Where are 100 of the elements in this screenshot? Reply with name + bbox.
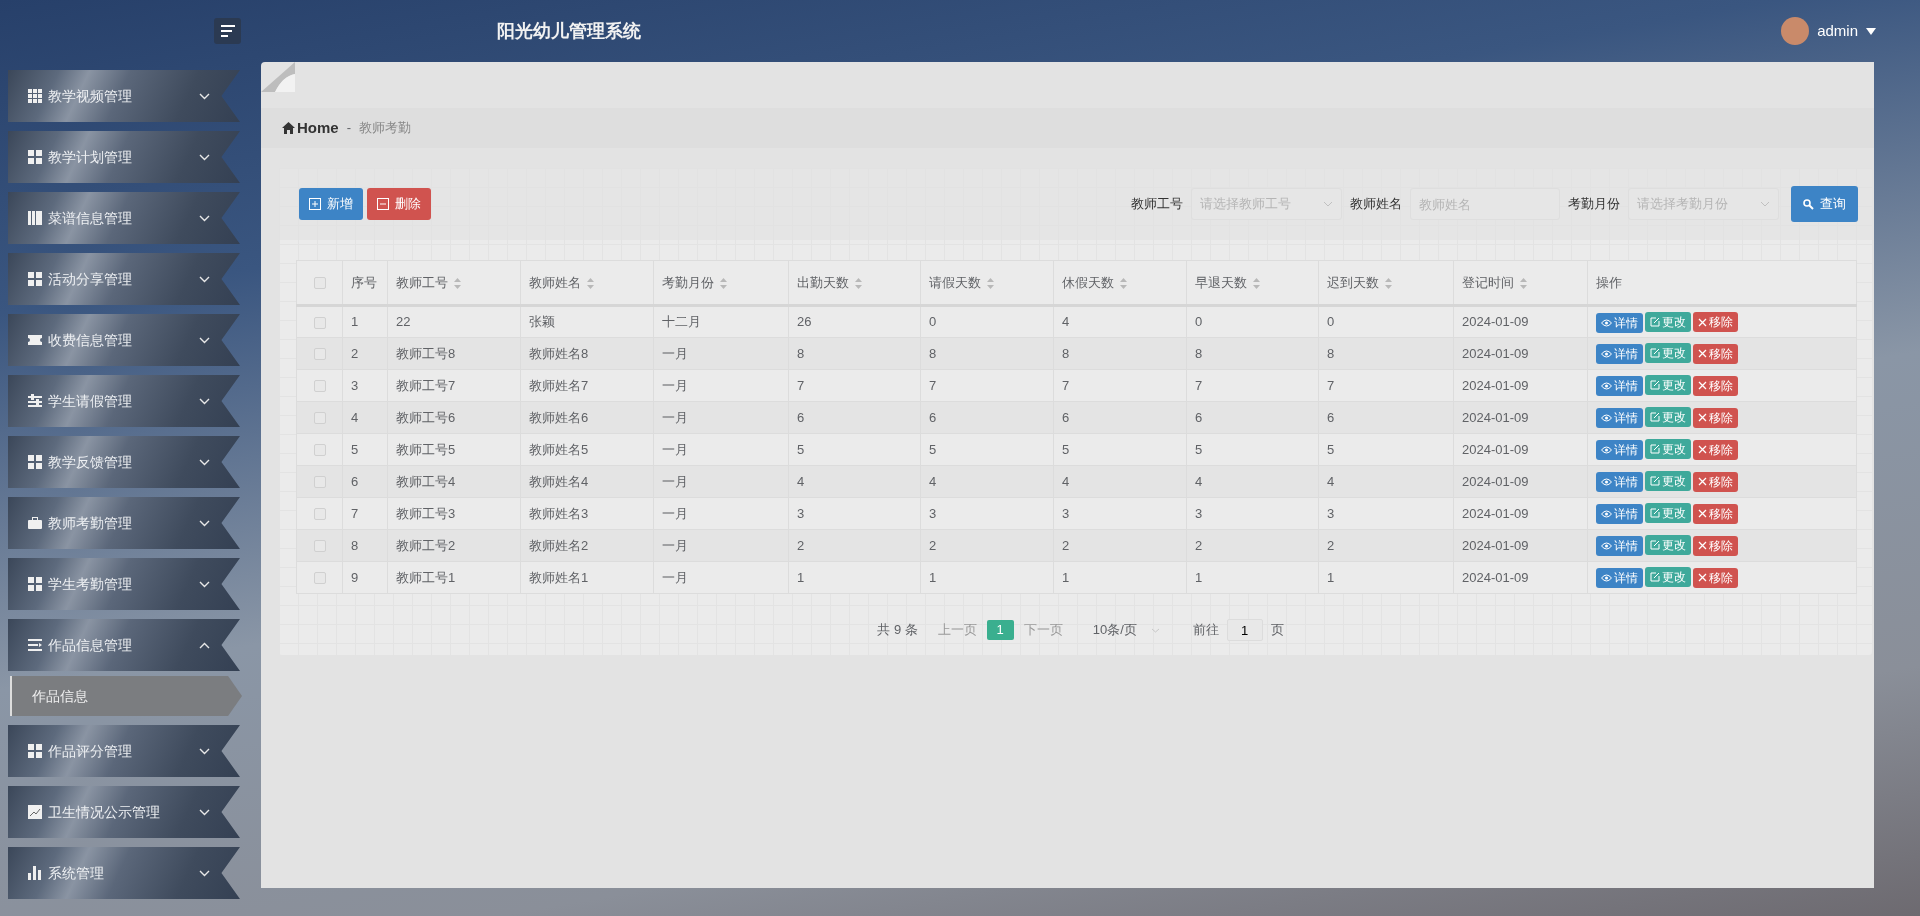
sort-icon[interactable] — [855, 277, 862, 289]
sidebar-menu-item[interactable]: 教学视频管理 — [8, 70, 240, 122]
sort-icon[interactable] — [1385, 277, 1392, 289]
table-cell: 2024-01-09 — [1453, 401, 1588, 434]
remove-button[interactable]: 移除 — [1693, 375, 1738, 396]
edit-button[interactable]: 更改 — [1645, 375, 1691, 395]
chevron-down-icon — [1150, 627, 1160, 633]
column-header: 教师姓名 — [529, 274, 581, 290]
breadcrumb-link[interactable]: Home — [297, 116, 339, 140]
page-number-button[interactable]: 1 — [986, 620, 1014, 640]
details-button[interactable]: 详情 — [1596, 312, 1643, 333]
details-button[interactable]: 详情 — [1596, 440, 1643, 460]
checkbox[interactable] — [313, 412, 326, 425]
checkbox[interactable] — [313, 476, 326, 489]
remove-button[interactable]: 移除 — [1693, 407, 1738, 428]
table-cell: 2024-01-09 — [1453, 305, 1588, 338]
checkbox[interactable] — [313, 316, 326, 329]
sidebar-menu-item[interactable]: 卫生情况公示管理 — [8, 786, 240, 838]
sidebar-menu-item[interactable]: 教学计划管理 — [8, 131, 240, 183]
page-size-select[interactable]: 10条/页 — [1092, 620, 1163, 640]
avatar[interactable] — [1781, 17, 1810, 45]
menu-toggle-button[interactable] — [214, 18, 241, 44]
table-cell: 教师姓名1 — [520, 561, 654, 594]
checkbox[interactable] — [313, 277, 326, 290]
page-unit-label: 页 — [1270, 621, 1284, 640]
sort-icon[interactable] — [1520, 277, 1527, 289]
table-cell: 0 — [1318, 305, 1454, 338]
edit-button[interactable]: 更改 — [1645, 535, 1691, 555]
remove-button[interactable]: 移除 — [1693, 535, 1738, 556]
delete-button[interactable]: 删除 — [367, 188, 431, 220]
table-cell: 教师工号7 — [387, 369, 521, 402]
sidebar-menu-item[interactable]: 学生考勤管理 — [8, 558, 240, 610]
details-button[interactable]: 详情 — [1596, 472, 1643, 492]
remove-button[interactable]: 移除 — [1693, 503, 1738, 524]
remove-button[interactable]: 移除 — [1693, 567, 1738, 588]
sidebar-menu-item[interactable]: 教师考勤管理 — [8, 497, 240, 549]
sort-icon[interactable] — [454, 277, 461, 289]
goto-label: 前往 — [1192, 621, 1219, 640]
table-cell: 7 — [1053, 369, 1187, 402]
edit-button[interactable]: 更改 — [1645, 503, 1691, 523]
remove-button[interactable]: 移除 — [1693, 439, 1738, 460]
checkbox[interactable] — [313, 380, 326, 393]
table-cell: 7 — [1318, 369, 1454, 402]
remove-button[interactable]: 移除 — [1693, 343, 1738, 364]
ticket-icon — [28, 333, 42, 347]
tiles-icon — [28, 744, 42, 758]
column-header: 操作 — [1596, 274, 1622, 290]
edit-button[interactable]: 更改 — [1645, 567, 1691, 587]
details-button[interactable]: 详情 — [1596, 568, 1643, 588]
edit-button[interactable]: 更改 — [1645, 343, 1691, 363]
close-icon — [1698, 573, 1707, 582]
details-button[interactable]: 详情 — [1596, 344, 1643, 364]
sidebar-menu-item[interactable]: 菜谱信息管理 — [8, 192, 240, 244]
eye-icon — [1601, 542, 1612, 550]
edit-button[interactable]: 更改 — [1645, 407, 1691, 427]
eye-icon — [1601, 382, 1612, 390]
sidebar-menu-item[interactable]: 教学反馈管理 — [8, 436, 240, 488]
sidebar-menu-item[interactable]: 作品信息管理 — [8, 619, 240, 671]
checkbox[interactable] — [313, 444, 326, 457]
sidebar-menu-item[interactable]: 学生请假管理 — [8, 375, 240, 427]
checkbox[interactable] — [313, 508, 326, 521]
search-button[interactable]: 查询 — [1791, 186, 1858, 222]
table-cell: 26 — [788, 305, 921, 338]
table-cell: 2 — [1186, 529, 1319, 562]
sidebar-menu-item[interactable]: 作品评分管理 — [8, 725, 240, 777]
table-cell: 教师姓名7 — [520, 369, 654, 402]
plus-square-icon — [309, 198, 321, 210]
sidebar-menu-item[interactable]: 系统管理 — [8, 847, 240, 899]
checkbox[interactable] — [313, 348, 326, 361]
table-cell: 2 — [920, 529, 1054, 562]
checkbox[interactable] — [313, 572, 326, 585]
table-cell: 4 — [920, 465, 1054, 498]
sidebar-submenu-item[interactable]: 作品信息 — [10, 676, 242, 716]
breadcrumb-separator: - — [346, 119, 352, 138]
eye-icon — [1601, 574, 1612, 582]
page-input[interactable]: 1 — [1226, 619, 1263, 641]
sidebar-menu-item[interactable]: 活动分享管理 — [8, 253, 240, 305]
sort-icon[interactable] — [587, 277, 594, 289]
checkbox[interactable] — [313, 540, 326, 553]
details-button[interactable]: 详情 — [1596, 504, 1643, 524]
sort-icon[interactable] — [1120, 277, 1127, 289]
sort-icon[interactable] — [720, 277, 727, 289]
details-button[interactable]: 详情 — [1596, 376, 1643, 396]
caret-icon[interactable] — [1866, 27, 1876, 35]
table-cell: 6 — [1318, 401, 1454, 434]
details-button[interactable]: 详情 — [1596, 536, 1643, 556]
edit-button[interactable]: 更改 — [1645, 439, 1691, 459]
sidebar-menu-item[interactable]: 收费信息管理 — [8, 314, 240, 366]
add-button[interactable]: 新增 — [299, 188, 363, 220]
details-button[interactable]: 详情 — [1596, 408, 1643, 428]
remove-button[interactable]: 移除 — [1693, 312, 1738, 332]
user-name[interactable]: admin — [1817, 19, 1858, 43]
table-cell: 7 — [1186, 369, 1319, 402]
sort-icon[interactable] — [987, 277, 994, 289]
edit-button[interactable]: 更改 — [1645, 311, 1691, 332]
table-cell: 教师姓名6 — [520, 401, 654, 434]
remove-button[interactable]: 移除 — [1693, 471, 1738, 492]
sort-icon[interactable] — [1253, 277, 1260, 289]
edit-button[interactable]: 更改 — [1645, 471, 1691, 491]
table-cell: 2 — [1053, 529, 1187, 562]
